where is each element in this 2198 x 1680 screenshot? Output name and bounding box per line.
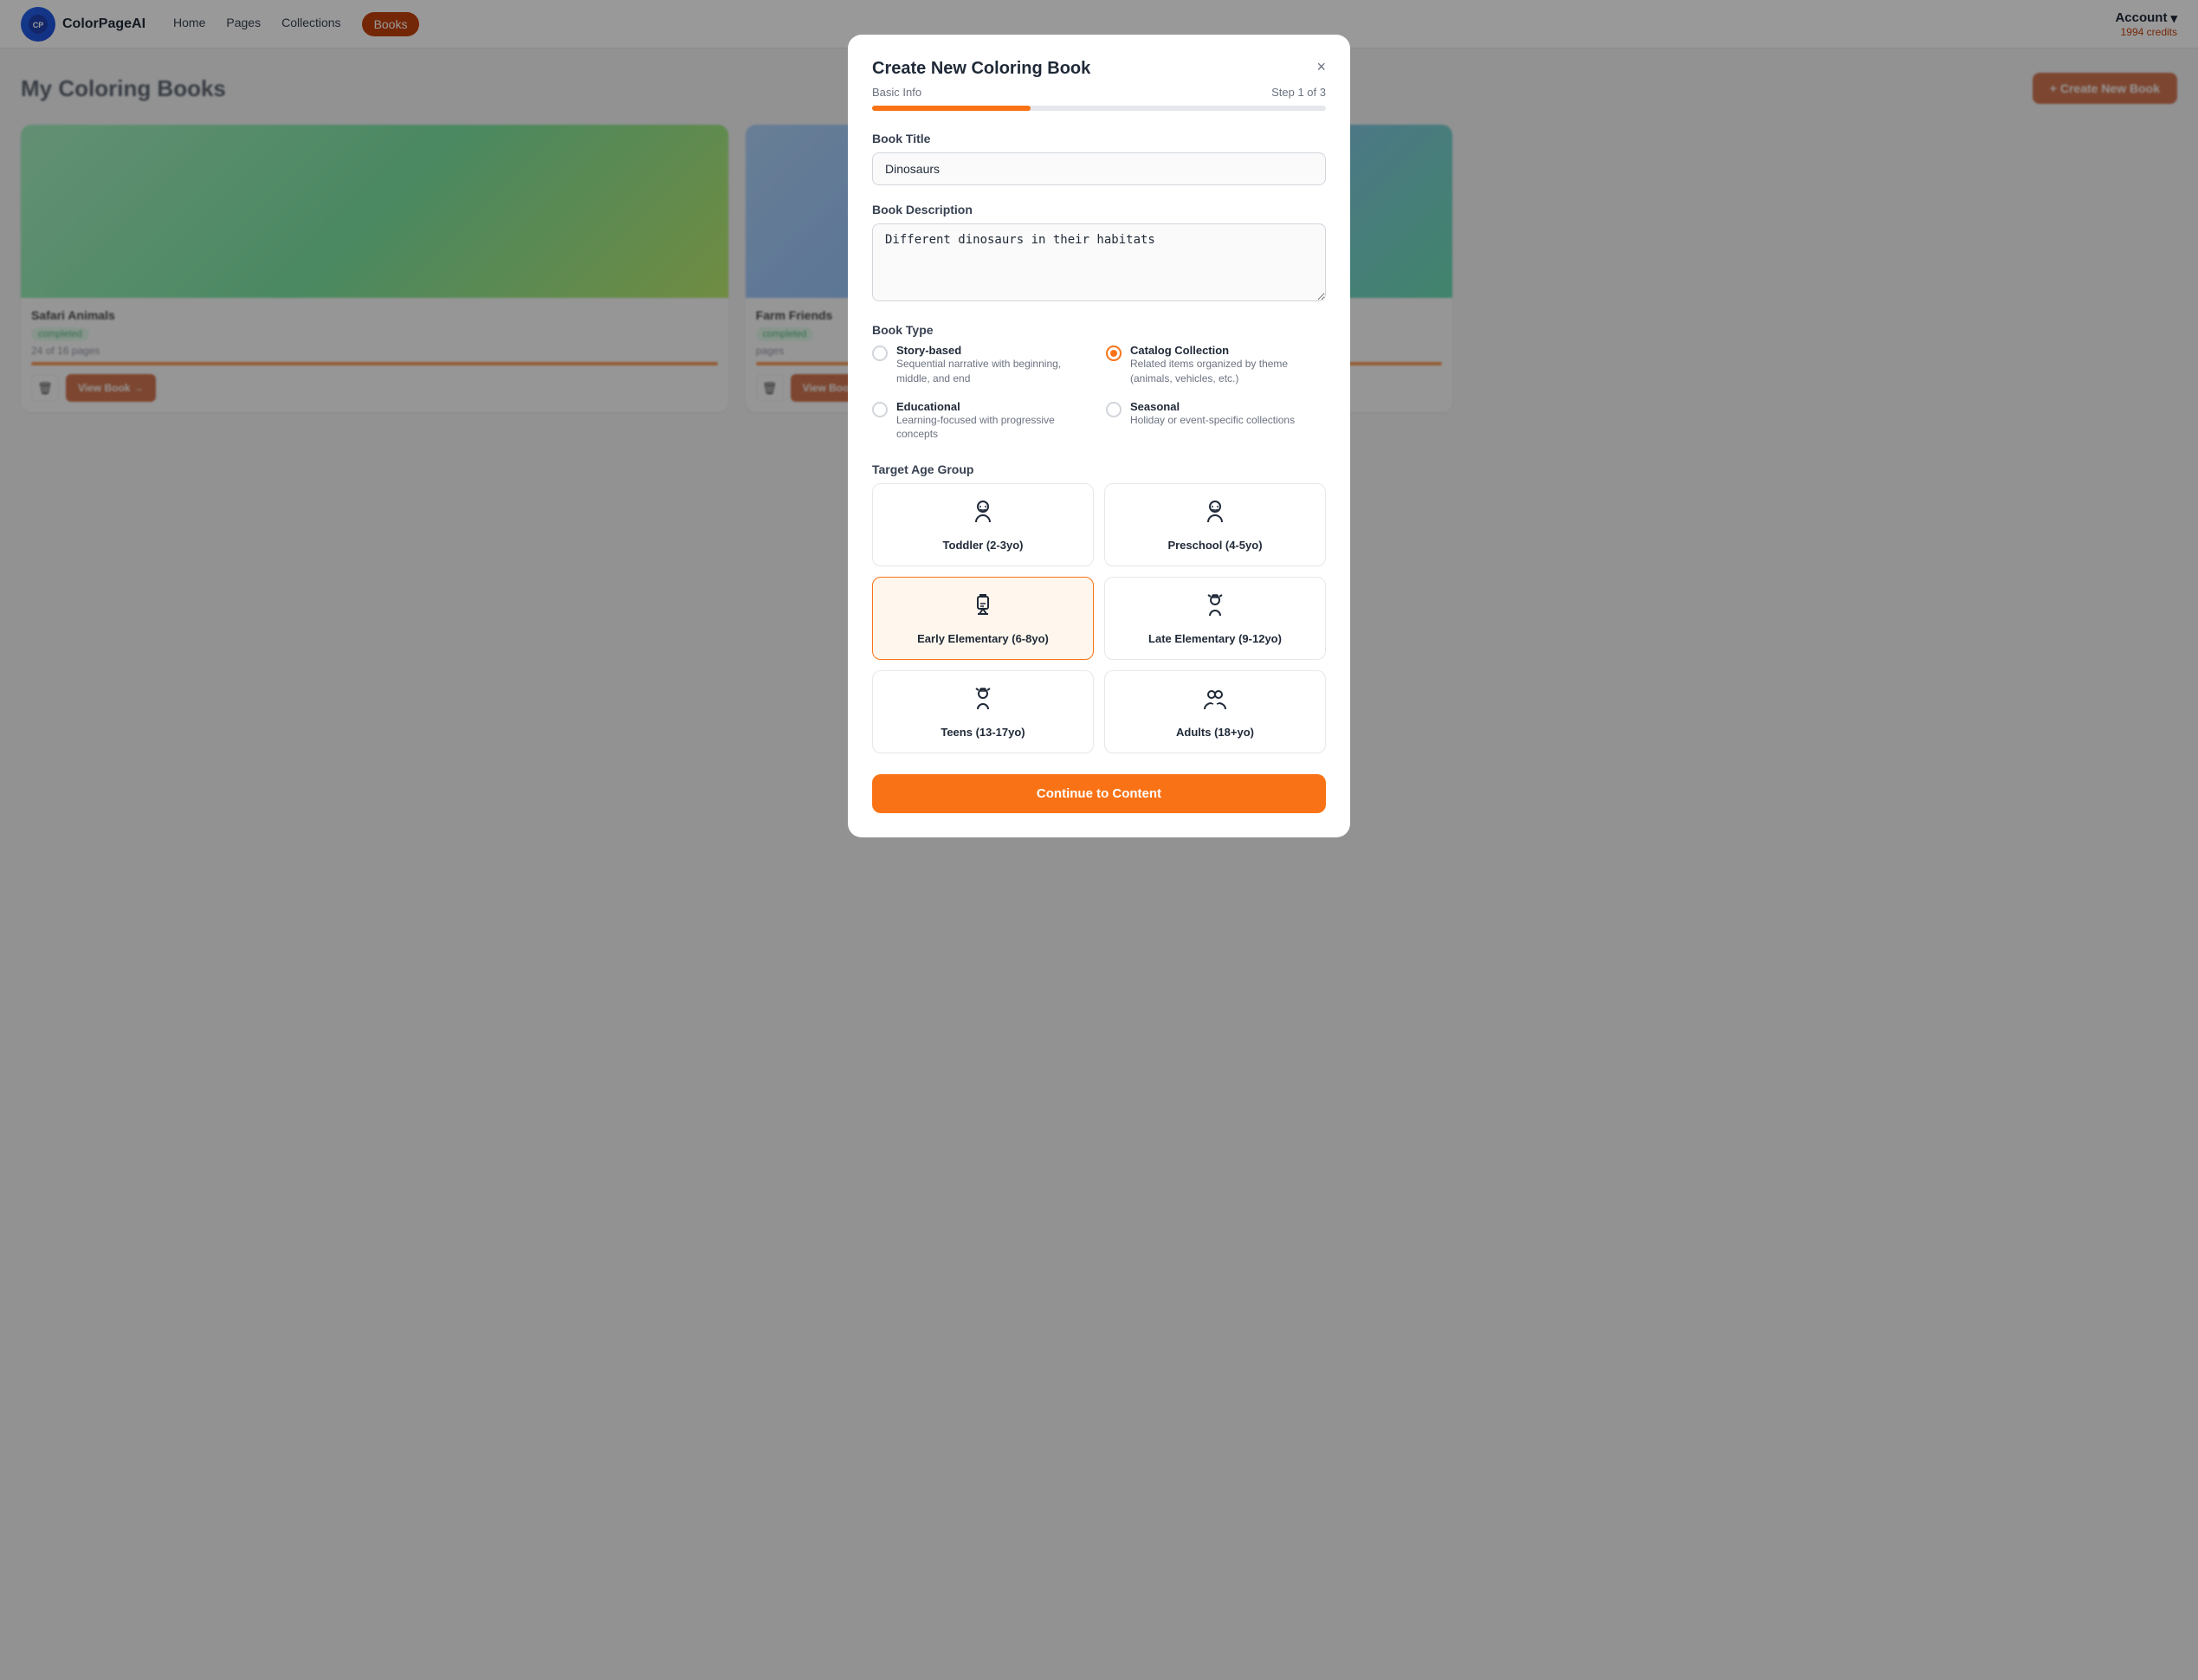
adults-icon: [1201, 685, 1229, 719]
book-type-educational-desc: Learning-focused with progressive concep…: [896, 413, 1092, 443]
teens-icon: [969, 685, 997, 719]
book-type-catalog-title: Catalog Collection: [1130, 344, 1326, 357]
book-type-label: Book Type: [872, 323, 1326, 337]
age-late-elem[interactable]: Late Elementary (9-12yo): [1104, 577, 1326, 660]
radio-seasonal: [1106, 402, 1122, 417]
book-type-story-desc: Sequential narrative with beginning, mid…: [896, 357, 1092, 386]
modal-close-button[interactable]: ×: [1316, 59, 1326, 74]
modal-progress-track: [872, 106, 1326, 111]
book-type-story-title: Story-based: [896, 344, 1092, 357]
preschool-label: Preschool (4-5yo): [1167, 539, 1262, 552]
modal-title: Create New Coloring Book: [872, 59, 1090, 79]
age-toddler[interactable]: Toddler (2-3yo): [872, 483, 1094, 566]
book-type-grid: Story-based Sequential narrative with be…: [872, 344, 1326, 442]
age-teens[interactable]: Teens (13-17yo): [872, 670, 1094, 753]
book-type-catalog-desc: Related items organized by theme (animal…: [1130, 357, 1326, 386]
toddler-label: Toddler (2-3yo): [943, 539, 1024, 552]
book-desc-textarea[interactable]: Different dinosaurs in their habitats: [872, 223, 1326, 301]
age-preschool[interactable]: Preschool (4-5yo): [1104, 483, 1326, 566]
modal: Create New Coloring Book × Basic Info St…: [848, 35, 1350, 837]
late-elem-icon: [1201, 591, 1229, 625]
teens-label: Teens (13-17yo): [941, 726, 1025, 739]
late-elem-label: Late Elementary (9-12yo): [1148, 632, 1282, 645]
modal-progress-fill: [872, 106, 1031, 111]
book-type-seasonal-desc: Holiday or event-specific collections: [1130, 413, 1295, 428]
age-adults[interactable]: Adults (18+yo): [1104, 670, 1326, 753]
book-title-label: Book Title: [872, 132, 1326, 145]
continue-button[interactable]: Continue to Content: [872, 774, 1326, 813]
early-elem-icon: [969, 591, 997, 625]
modal-step-label: Basic Info: [872, 86, 921, 99]
early-elem-label: Early Elementary (6-8yo): [917, 632, 1049, 645]
book-type-educational[interactable]: Educational Learning-focused with progre…: [872, 400, 1092, 443]
book-type-story[interactable]: Story-based Sequential narrative with be…: [872, 344, 1092, 386]
modal-step-row: Basic Info Step 1 of 3: [872, 86, 1326, 99]
book-desc-label: Book Description: [872, 203, 1326, 216]
age-group-grid: Toddler (2-3yo) Preschool (4-5yo): [872, 483, 1326, 753]
modal-header: Create New Coloring Book ×: [872, 59, 1326, 79]
modal-overlay[interactable]: Create New Coloring Book × Basic Info St…: [0, 0, 2198, 1680]
age-early-elem[interactable]: Early Elementary (6-8yo): [872, 577, 1094, 660]
book-type-educational-title: Educational: [896, 400, 1092, 413]
adults-label: Adults (18+yo): [1176, 726, 1254, 739]
book-type-catalog[interactable]: Catalog Collection Related items organiz…: [1106, 344, 1326, 386]
book-type-seasonal[interactable]: Seasonal Holiday or event-specific colle…: [1106, 400, 1326, 443]
preschool-icon: [1201, 498, 1229, 532]
age-group-label: Target Age Group: [872, 462, 1326, 476]
radio-catalog: [1106, 346, 1122, 361]
toddler-icon: [969, 498, 997, 532]
book-type-seasonal-title: Seasonal: [1130, 400, 1295, 413]
book-title-input[interactable]: [872, 152, 1326, 185]
radio-story: [872, 346, 888, 361]
radio-educational: [872, 402, 888, 417]
modal-step-count: Step 1 of 3: [1271, 86, 1326, 99]
